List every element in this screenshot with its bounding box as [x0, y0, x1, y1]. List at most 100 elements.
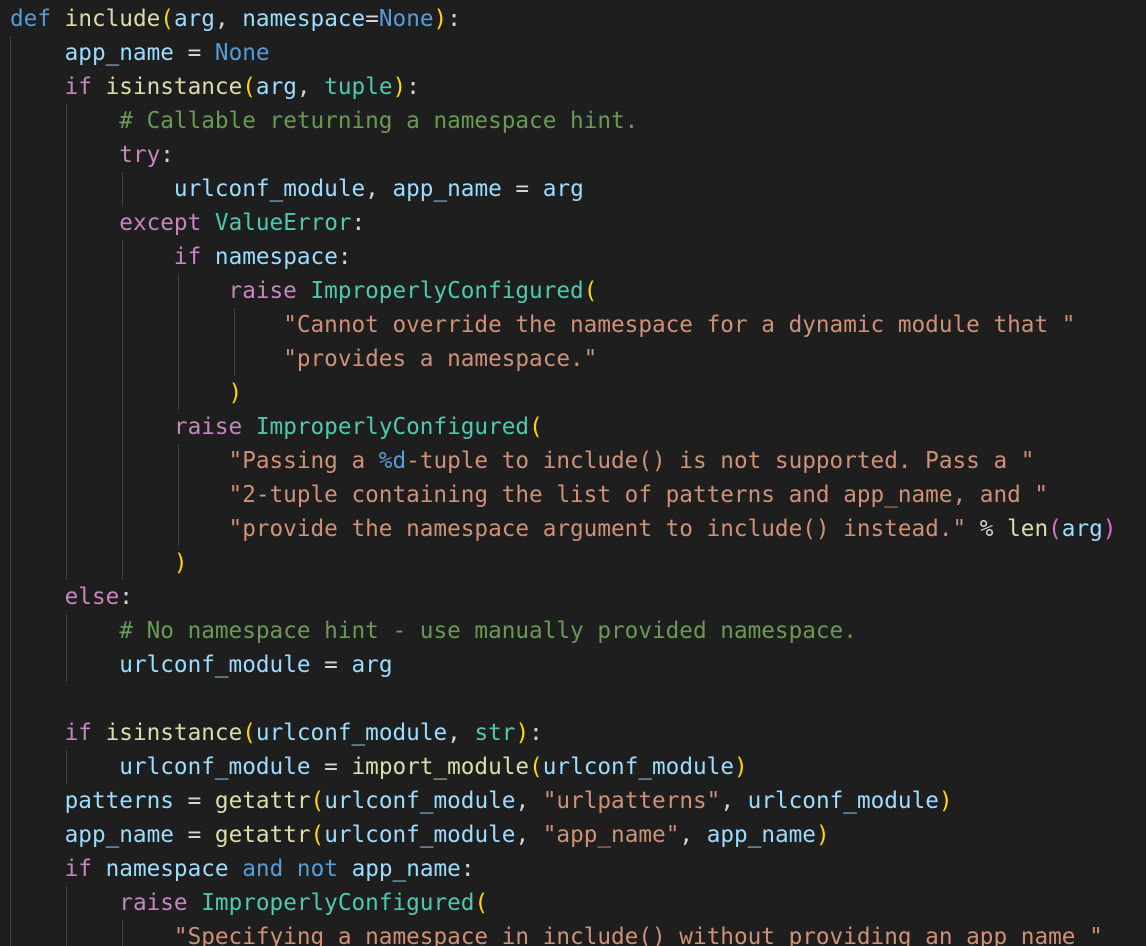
code-token: -tuple to include() is not supported. Pa… — [406, 448, 1035, 474]
code-token: , — [365, 176, 393, 202]
code-line[interactable]: urlconf_module, app_name = arg — [10, 172, 584, 206]
code-line[interactable]: def include(arg, namespace=None): — [10, 2, 461, 36]
code-line[interactable]: "provides a namespace." — [10, 342, 597, 376]
code-token: # No namespace hint - use manually provi… — [119, 618, 857, 644]
code-token: ( — [529, 754, 543, 780]
code-line[interactable]: # No namespace hint - use manually provi… — [10, 614, 857, 648]
code-line[interactable]: app_name = None — [10, 36, 270, 70]
code-line[interactable]: if namespace: — [10, 240, 352, 274]
code-line[interactable]: "Cannot override the namespace for a dyn… — [10, 308, 1075, 342]
code-line[interactable]: "provide the namespace argument to inclu… — [10, 512, 1117, 546]
code-line[interactable]: else: — [10, 580, 133, 614]
code-token: raise — [119, 890, 188, 916]
code-token: raise — [228, 278, 297, 304]
code-token: ( — [474, 890, 489, 916]
code-token: "2-tuple containing the list of patterns… — [228, 482, 1049, 508]
code-token: app_name — [64, 40, 174, 66]
code-token: , — [515, 788, 543, 814]
code-token: getattr — [214, 822, 311, 848]
code-token: def — [10, 6, 51, 32]
code-line[interactable]: raise ImproperlyConfigured( — [10, 274, 598, 308]
code-token: if — [64, 74, 92, 100]
code-line[interactable]: # Callable returning a namespace hint. — [10, 104, 638, 138]
code-line[interactable]: ) — [10, 376, 243, 410]
code-token: ) — [515, 720, 530, 746]
code-token: except — [119, 210, 202, 236]
code-editor[interactable]: def include(arg, namespace=None): app_na… — [0, 0, 1146, 946]
code-line[interactable]: urlconf_module = import_module(urlconf_m… — [10, 750, 747, 784]
code-token: = — [310, 754, 352, 780]
code-token: include — [64, 6, 161, 32]
code-token: % — [966, 516, 1008, 542]
code-token: : — [160, 142, 174, 168]
code-token: ) — [815, 822, 830, 848]
code-line[interactable]: "Passing a %d-tuple to include() is not … — [10, 444, 1035, 478]
code-token: arg — [351, 652, 393, 678]
code-token: ) — [392, 74, 407, 100]
code-line[interactable]: patterns = getattr(urlconf_module, "urlp… — [10, 784, 953, 818]
code-token: ( — [242, 720, 256, 746]
code-line[interactable]: urlconf_module = arg — [10, 648, 392, 682]
code-line[interactable]: except ValueError: — [10, 206, 365, 240]
code-line[interactable]: if namespace and not app_name: — [10, 852, 475, 886]
code-line[interactable]: raise ImproperlyConfigured( — [10, 886, 488, 920]
code-token: and — [242, 856, 284, 882]
code-token: ( — [310, 788, 325, 814]
code-token: ValueError — [214, 210, 352, 236]
code-token: not — [296, 856, 338, 882]
code-line[interactable]: if isinstance(urlconf_module, str): — [10, 716, 543, 750]
code-token: urlconf_module — [255, 720, 448, 746]
code-token: : — [351, 210, 366, 236]
code-token: if — [173, 244, 202, 270]
code-token: "Specifying a namespace in include() wit… — [173, 924, 1103, 946]
code-line[interactable]: "2-tuple containing the list of patterns… — [10, 478, 1049, 512]
code-token: urlconf_module — [173, 176, 366, 202]
code-token: arg — [1061, 516, 1103, 542]
code-token: import_module — [351, 754, 530, 780]
code-token: len — [1007, 516, 1049, 542]
code-line[interactable]: try: — [10, 138, 174, 172]
code-line[interactable]: ) — [10, 546, 188, 580]
code-token: app_name — [392, 176, 502, 202]
code-token: patterns — [64, 788, 174, 814]
code-token: : — [119, 584, 133, 610]
code-line[interactable]: "Specifying a namespace in include() wit… — [10, 920, 1103, 946]
code-line[interactable]: app_name = getattr(urlconf_module, "app_… — [10, 818, 830, 852]
code-token: ImproperlyConfigured — [201, 890, 475, 916]
code-token: = — [173, 822, 215, 848]
code-token: isinstance — [105, 74, 243, 100]
code-token: namespace — [242, 6, 366, 32]
code-token: urlconf_module — [542, 754, 734, 780]
code-token: = — [310, 652, 352, 678]
code-line[interactable]: raise ImproperlyConfigured( — [10, 410, 543, 444]
code-token: arg — [542, 176, 584, 202]
code-line[interactable]: if isinstance(arg, tuple): — [10, 70, 420, 104]
code-token: urlconf_module — [119, 652, 311, 678]
code-token: = — [173, 40, 215, 66]
code-token: ( — [242, 74, 256, 100]
code-token: "app_name" — [542, 822, 680, 848]
code-token: if — [64, 720, 92, 746]
code-token: , — [515, 822, 543, 848]
code-token: None — [378, 6, 434, 32]
code-token: urlconf_module — [747, 788, 939, 814]
code-token: = — [365, 6, 379, 32]
